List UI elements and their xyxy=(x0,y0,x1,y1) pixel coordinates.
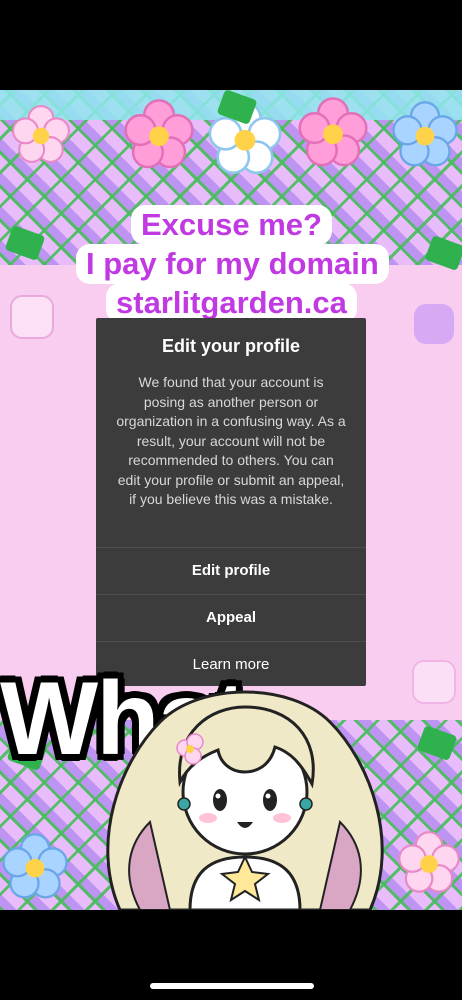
caption-line-3: starlitgarden.ca xyxy=(106,283,357,323)
pink-flower-icon xyxy=(124,99,194,169)
star-sparkle-icon xyxy=(412,660,456,704)
dialog-title: Edit your profile xyxy=(161,336,300,356)
anime-avatar-character xyxy=(106,690,384,910)
caption-line-2: I pay for my domain xyxy=(76,244,389,284)
pink-flower-icon xyxy=(12,105,70,163)
edit-profile-button[interactable]: Edit profile xyxy=(96,548,366,594)
home-indicator[interactable] xyxy=(150,983,314,989)
caption-line-1: Excuse me? xyxy=(131,205,332,245)
blue-flower-icon xyxy=(2,833,68,899)
star-sparkle-icon xyxy=(10,295,54,339)
star-sparkle-icon xyxy=(414,304,454,344)
dialog-message: We found that your account is posing as … xyxy=(116,374,346,507)
appeal-button[interactable]: Appeal xyxy=(96,595,366,641)
edit-profile-dialog: Edit your profile We found that your acc… xyxy=(96,318,366,686)
blue-flower-icon xyxy=(392,101,458,167)
top-black-bar xyxy=(0,0,462,90)
pink-flower-icon xyxy=(298,97,368,167)
